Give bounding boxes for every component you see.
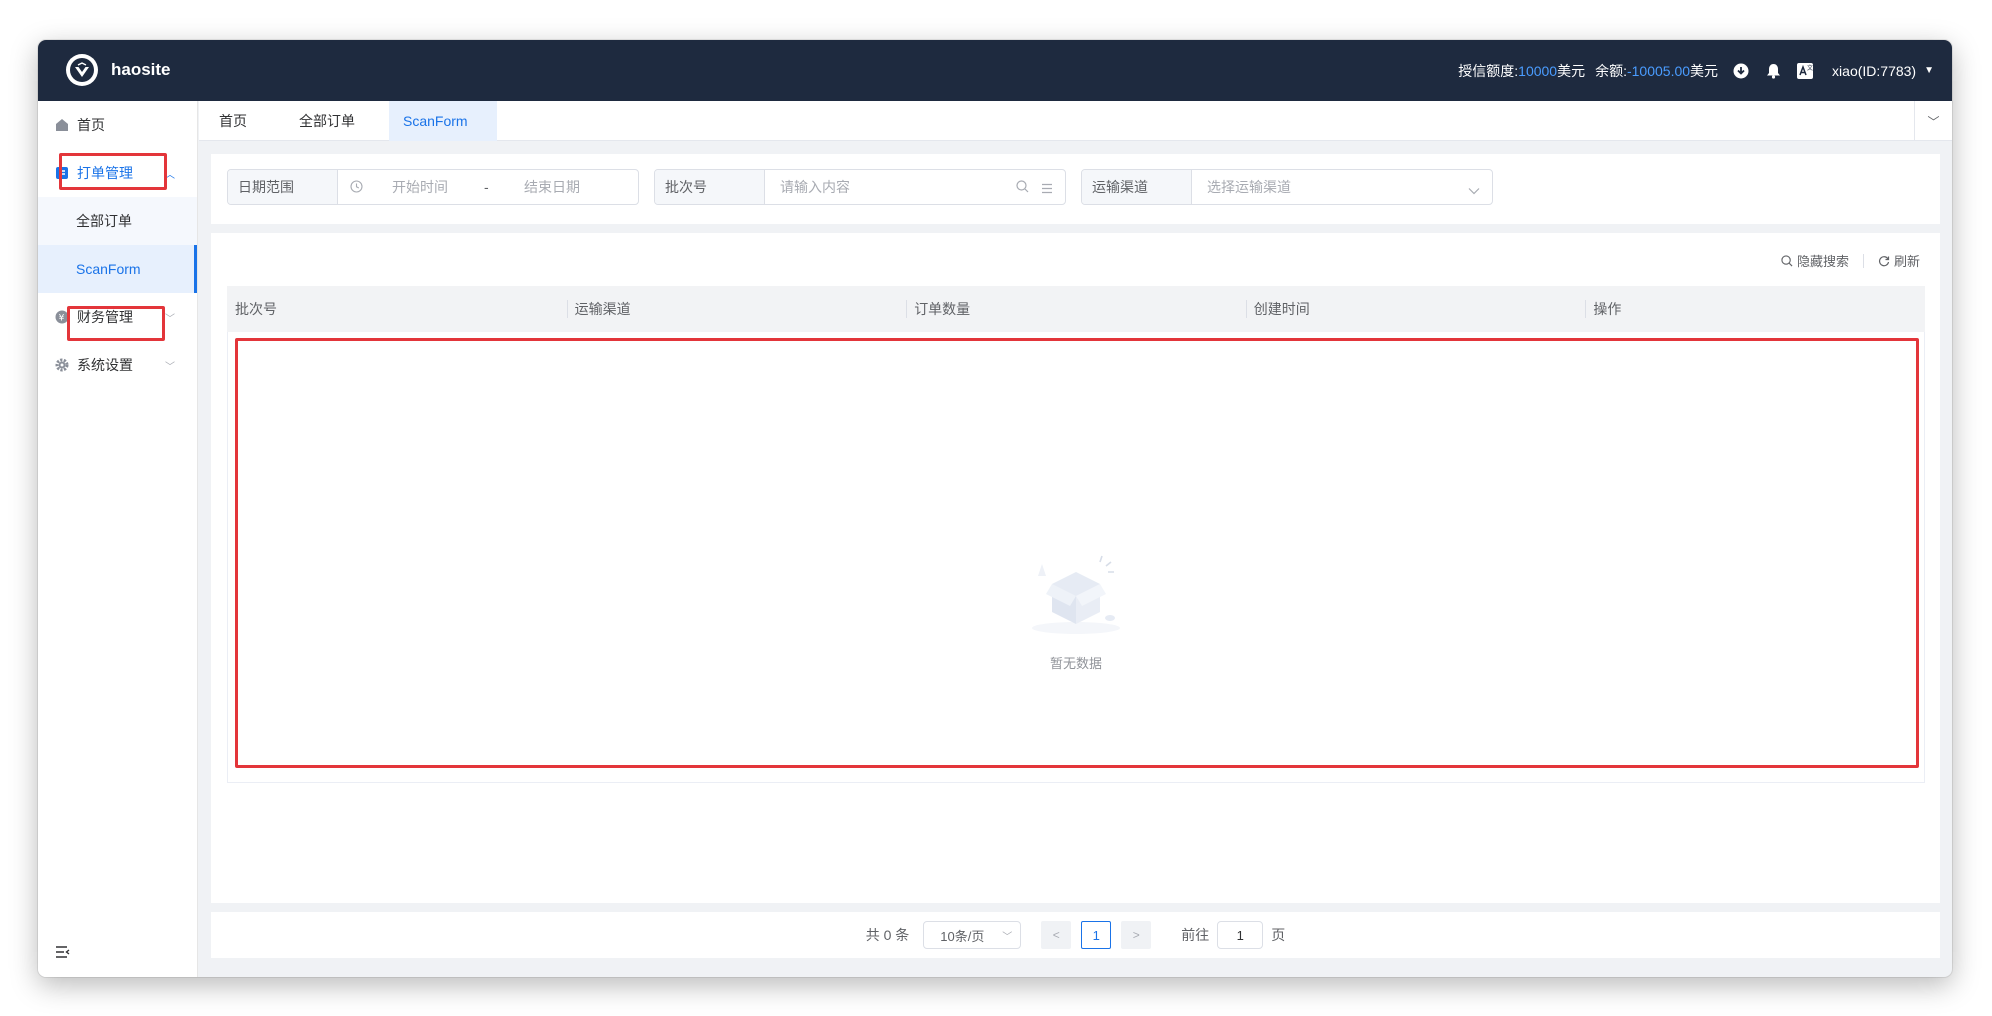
search-icon [1781,254,1793,267]
brand-name[interactable]: haosite [111,60,171,80]
goto-label: 前往 [1181,927,1210,943]
refresh-icon [1878,255,1890,267]
sidebar-subitem-scanform[interactable]: ScanForm [38,245,197,293]
chevron-down-icon: ﹀ [165,314,175,325]
table-panel: 隐藏搜索 刷新 批次号 运输渠道 订单数量 创建时间 操作 暂无数据 [211,233,1940,903]
goto-page-input[interactable]: 1 [1217,921,1264,949]
sidebar-item-label: 首页 [77,117,105,133]
channel-select-placeholder: 选择运输渠道 [1207,179,1291,195]
batch-input[interactable]: 请输入内容 [765,170,1065,204]
search-panel: 日期范围 开始时间 - 结束日期 批次号 请输入内容 运输渠道 选择运输渠道 [211,154,1940,224]
balance-unit: 美元 [1690,62,1719,79]
channel-select[interactable]: 选择运输渠道 [1192,170,1492,204]
batch-label: 批次号 [655,170,765,204]
top-header: haosite 授信额度: 10000 美元 余额: -10005.00 美元 … [38,40,1952,101]
next-page-button[interactable]: > [1121,921,1152,949]
tabs-bar: 首页 全部订单 ScanForm ﹀ [199,101,1952,141]
chevron-down-icon [1468,182,1480,198]
caret-down-icon[interactable]: ▼ [1924,65,1934,76]
bell-icon[interactable] [1764,62,1782,80]
search-icon[interactable] [1016,180,1029,196]
page-number-current[interactable]: 1 [1081,921,1112,949]
date-range-field: 日期范围 开始时间 - 结束日期 [227,169,639,205]
tab-scanform[interactable]: ScanForm [389,101,497,141]
prev-page-button[interactable]: < [1041,921,1072,949]
date-separator: - [484,179,489,195]
date-range-label: 日期范围 [228,170,338,204]
total-count: 共 0 条 [865,927,910,943]
svg-text:文: 文 [1807,64,1813,72]
column-header: 批次号 [235,301,277,317]
tab-all-orders[interactable]: 全部订单 [281,101,389,141]
clock-icon [350,180,363,196]
page-size-value: 10条/页 [940,928,985,944]
page-suffix: 页 [1271,927,1286,943]
channel-label: 运输渠道 [1082,170,1192,204]
chevron-left-icon: < [1052,928,1060,942]
start-date-input[interactable]: 开始时间 [392,177,448,197]
tab-label: 首页 [219,113,247,129]
credit-label: 授信额度: [1458,62,1519,79]
sidebar-item-settings[interactable]: 系统设置 ﹀ [38,341,197,389]
download-icon[interactable] [1732,62,1750,80]
list-icon[interactable] [1041,181,1053,197]
column-header: 操作 [1585,286,1925,332]
collapse-sidebar-icon[interactable] [55,945,71,959]
sidebar-subitem-all-orders[interactable]: 全部订单 [38,197,197,245]
column-header: 创建时间 [1245,286,1586,332]
channel-field: 运输渠道 选择运输渠道 [1081,169,1493,205]
header-right: 授信额度: 10000 美元 余额: -10005.00 美元 文 xiao(I… [1458,40,1934,101]
batch-input-placeholder: 请输入内容 [780,179,850,195]
refresh-button[interactable]: 刷新 [1878,251,1920,270]
translate-icon[interactable]: 文 [1796,62,1814,80]
tab-home[interactable]: 首页 [199,101,281,141]
column-header: 订单数量 [906,286,1246,332]
highlight-box [59,153,167,190]
app-window: haosite 授信额度: 10000 美元 余额: -10005.00 美元 … [38,40,1952,977]
tabs-dropdown-icon[interactable]: ﹀ [1914,101,1952,141]
sidebar-item-home[interactable]: 首页 [38,101,197,149]
credit-unit: 美元 [1557,62,1586,79]
hide-search-label: 隐藏搜索 [1796,254,1849,269]
balance-value: -10005.00 [1626,62,1691,79]
sidebar: 首页 打单管理 ︿ 全部订单 ScanForm ¥ 财务管理 ﹀ 系统设置 ﹀ [38,101,198,977]
highlight-box [235,338,1919,768]
highlight-box [67,306,165,341]
submenu-print-orders: 全部订单 ScanForm [38,197,197,293]
sidebar-subitem-label: ScanForm [76,261,141,277]
sidebar-subitem-label: 全部订单 [76,213,132,229]
balance-label: 余额: [1595,62,1627,79]
user-menu[interactable]: xiao(ID:7783) [1832,63,1916,79]
date-range-picker[interactable]: 开始时间 - 结束日期 [338,170,638,204]
column-header: 运输渠道 [566,286,907,332]
credit-value: 10000 [1518,62,1558,79]
tab-label: 全部订单 [299,113,355,129]
refresh-label: 刷新 [1893,254,1920,269]
end-date-input[interactable]: 结束日期 [524,177,580,197]
table-tools: 隐藏搜索 刷新 [1781,251,1920,270]
batch-field: 批次号 请输入内容 [654,169,1066,205]
home-icon [55,118,69,132]
pagination: 共 0 条 10条/页 ﹀ < 1 > 前往 1 页 [211,921,1940,949]
pagination-panel: 共 0 条 10条/页 ﹀ < 1 > 前往 1 页 [211,912,1940,958]
tab-label: ScanForm [403,113,468,129]
hide-search-button[interactable]: 隐藏搜索 [1781,251,1849,270]
svg-text:¥: ¥ [59,314,65,324]
sidebar-item-label: 系统设置 [77,357,133,373]
gear-icon [55,358,69,372]
page-size-select[interactable]: 10条/页 ﹀ [923,921,1022,949]
chevron-down-icon: ﹀ [165,362,175,373]
table-header: 批次号 运输渠道 订单数量 创建时间 操作 [227,286,1925,332]
chevron-down-icon: ﹀ [1002,932,1013,943]
logo-icon [70,58,94,82]
brand-logo[interactable] [66,54,98,86]
chevron-right-icon: > [1132,928,1140,942]
